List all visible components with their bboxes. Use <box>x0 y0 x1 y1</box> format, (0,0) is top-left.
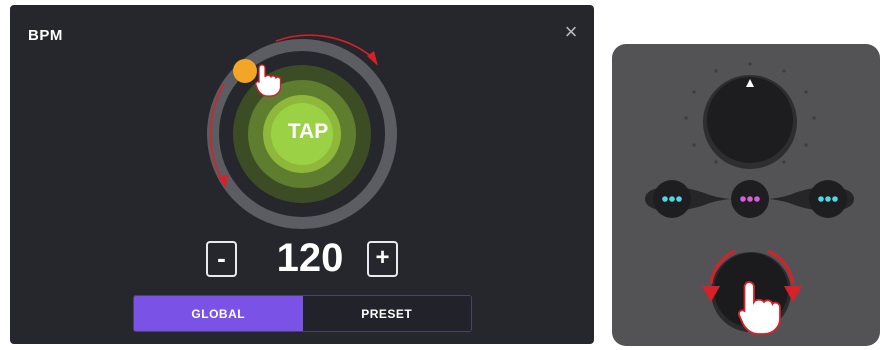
led-right-lights <box>818 196 838 202</box>
tap-label[interactable]: TAP <box>268 120 348 144</box>
tempo-dial[interactable] <box>10 5 594 344</box>
mode-toggle: GLOBAL PRESET <box>133 295 472 332</box>
preset-mode-button[interactable]: PRESET <box>302 296 471 331</box>
increment-button[interactable]: + <box>367 241 398 277</box>
led-center-lights <box>740 196 760 202</box>
top-knob[interactable] <box>707 77 793 163</box>
hand-pointer-icon <box>255 64 282 97</box>
led-left-lights <box>662 196 682 202</box>
decrement-button[interactable]: - <box>206 241 237 277</box>
bpm-value: 120 <box>276 236 344 280</box>
pedal-drawing <box>645 62 854 335</box>
dial-handle[interactable] <box>233 59 257 83</box>
arrowhead-icon <box>367 51 378 66</box>
bpm-dialog: BPM × TAP - 120 + GLOBAL PRESET <box>10 5 594 344</box>
global-mode-button[interactable]: GLOBAL <box>134 296 303 331</box>
pedal-illustration <box>612 44 880 346</box>
